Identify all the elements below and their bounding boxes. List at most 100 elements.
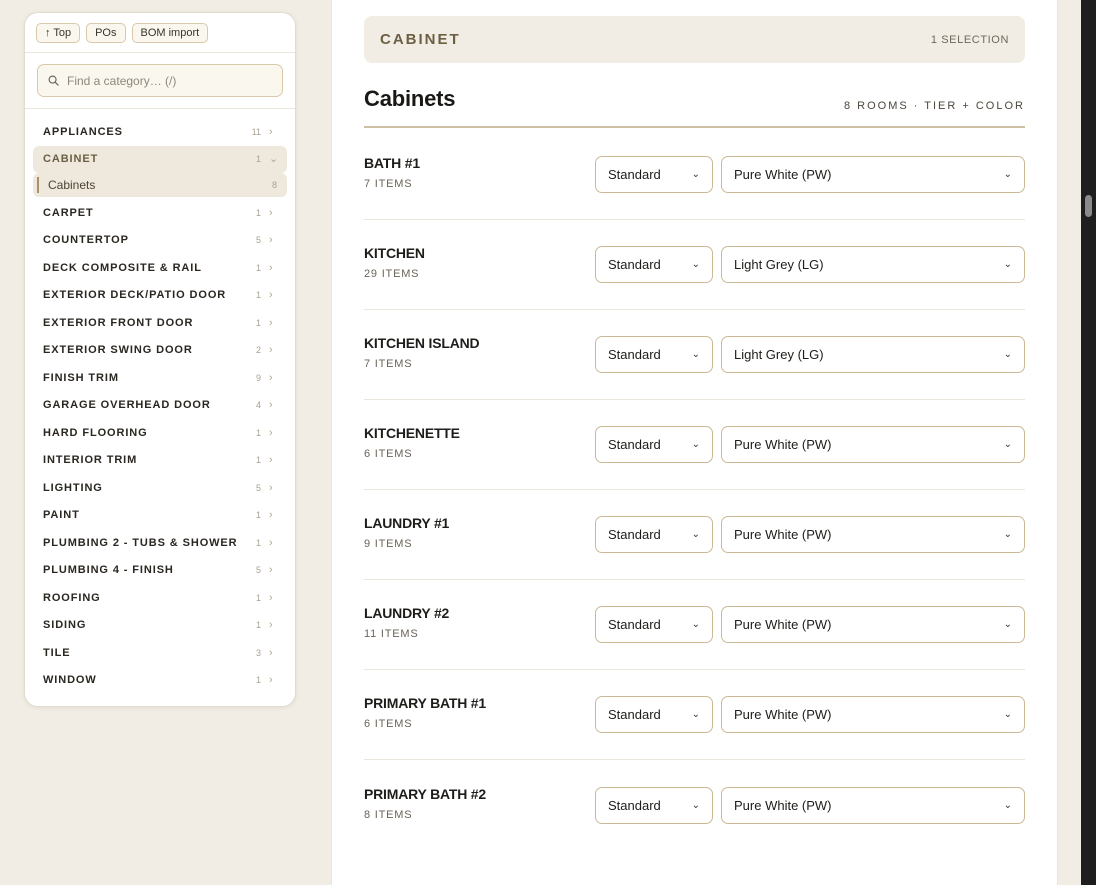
search-container bbox=[25, 53, 295, 109]
category-item-countertop[interactable]: COUNTERTOP 5 › bbox=[33, 227, 287, 255]
room-name: KITCHEN bbox=[364, 245, 425, 261]
section-title: Cabinets bbox=[364, 86, 456, 111]
room-name: KITCHEN ISLAND bbox=[364, 335, 480, 351]
category-count: 1 bbox=[255, 207, 261, 218]
bom-import-button[interactable]: BOM import bbox=[131, 22, 209, 43]
category-count: 5 bbox=[255, 482, 261, 493]
room-name: PRIMARY BATH #2 bbox=[364, 785, 486, 802]
category-count: 5 bbox=[255, 235, 261, 246]
category-label: COUNTERTOP bbox=[43, 234, 129, 247]
chevron-right-icon: › bbox=[269, 344, 273, 357]
category-item-carpet[interactable]: CARPET 1 › bbox=[33, 199, 287, 227]
category-label: CABINET bbox=[43, 153, 99, 166]
color-value: Pure White (PW) bbox=[734, 167, 832, 182]
color-select[interactable]: Light Grey (LG) ⌄ bbox=[721, 336, 1025, 373]
room-name: LAUNDRY #1 bbox=[364, 515, 450, 531]
category-item-cabinet[interactable]: CABINET 1 ⌄ bbox=[33, 145, 287, 173]
color-select[interactable]: Light Grey (LG) ⌄ bbox=[721, 246, 1025, 283]
chevron-down-icon: ⌄ bbox=[691, 259, 700, 270]
category-count: 5 bbox=[255, 565, 261, 576]
scrollbar-thumb[interactable] bbox=[1085, 195, 1092, 217]
color-select[interactable]: Pure White (PW) ⌄ bbox=[721, 156, 1025, 193]
chevron-down-icon: ⌄ bbox=[691, 349, 700, 360]
chevron-right-icon: › bbox=[269, 426, 273, 439]
color-select[interactable]: Pure White (PW) ⌄ bbox=[721, 606, 1025, 643]
color-select[interactable]: Pure White (PW) ⌄ bbox=[721, 696, 1025, 733]
category-label: PAINT bbox=[43, 509, 80, 522]
category-count: 3 bbox=[255, 647, 261, 658]
color-value: Pure White (PW) bbox=[734, 707, 832, 722]
chevron-right-icon: › bbox=[269, 234, 273, 247]
category-count: 1 bbox=[255, 620, 261, 631]
color-select[interactable]: Pure White (PW) ⌄ bbox=[721, 516, 1025, 553]
tier-select[interactable]: Standard ⌄ bbox=[595, 336, 713, 373]
selection-count: 1 SELECTION bbox=[930, 33, 1009, 46]
category-sidebar: ↑ Top POs BOM import APPLIANCES 11› CABI… bbox=[24, 12, 296, 707]
category-item-interior-trim[interactable]: INTERIOR TRIM 1 › bbox=[33, 447, 287, 475]
category-item-appliances[interactable]: APPLIANCES 11 › bbox=[33, 118, 287, 146]
category-label: DECK COMPOSITE & RAIL bbox=[43, 261, 202, 274]
category-item-garage-overhead-door[interactable]: GARAGE OVERHEAD DOOR 4 › bbox=[33, 392, 287, 420]
chevron-down-icon: ⌄ bbox=[1003, 799, 1012, 811]
tier-select[interactable]: Standard ⌄ bbox=[595, 606, 713, 643]
room-item-count: 29 ITEMS bbox=[364, 268, 420, 280]
chevron-down-icon: ⌄ bbox=[1003, 259, 1012, 270]
chevron-right-icon: › bbox=[269, 536, 273, 549]
category-item-window[interactable]: WINDOW 1 › bbox=[33, 667, 287, 695]
room-item-count: 6 ITEMS bbox=[364, 718, 413, 730]
room-name: KITCHENETTE bbox=[364, 425, 460, 441]
category-item-tile[interactable]: TILE 3 › bbox=[33, 639, 287, 667]
category-count: 1 bbox=[255, 154, 261, 165]
category-label: PLUMBING 4 - FINISH bbox=[43, 564, 174, 577]
chevron-down-icon: ⌄ bbox=[691, 169, 700, 180]
category-label: EXTERIOR DECK/PATIO DOOR bbox=[43, 289, 227, 302]
category-item-plumbing-2[interactable]: PLUMBING 2 - TUBS & SHOWER 1 › bbox=[33, 529, 287, 557]
category-item-lighting[interactable]: LIGHTING 5 › bbox=[33, 474, 287, 502]
category-item-hard-flooring[interactable]: HARD FLOORING 1 › bbox=[33, 419, 287, 447]
category-item-finish-trim[interactable]: FINISH TRIM 9 › bbox=[33, 364, 287, 392]
chevron-right-icon: › bbox=[269, 454, 273, 467]
tier-select[interactable]: Standard ⌄ bbox=[595, 696, 713, 733]
category-label: ROOFING bbox=[43, 591, 101, 604]
subcategory-item-cabinets[interactable]: Cabinets 8 bbox=[33, 173, 287, 197]
room-row-kitchenette: KITCHENETTE 6 ITEMS Standard ⌄ Pure White … bbox=[364, 400, 1025, 490]
room-row-bath-1: BATH #1 7 ITEMS Standard ⌄ Pure White (PW)… bbox=[364, 130, 1025, 220]
tier-select[interactable]: Standard ⌄ bbox=[595, 246, 713, 283]
search-icon bbox=[48, 75, 59, 86]
category-item-exterior-front-door[interactable]: EXTERIOR FRONT DOOR 1 › bbox=[33, 309, 287, 337]
room-item-count: 8 ITEMS bbox=[364, 808, 413, 821]
category-count: 1 bbox=[255, 537, 261, 548]
chevron-right-icon: › bbox=[269, 125, 273, 138]
scrollbar-track[interactable] bbox=[1081, 0, 1096, 885]
category-item-deck-composite-rail[interactable]: DECK COMPOSITE & RAIL 1 › bbox=[33, 254, 287, 282]
tier-value: Standard bbox=[608, 437, 661, 452]
color-value: Light Grey (LG) bbox=[734, 257, 824, 272]
category-count: 1 bbox=[255, 290, 261, 301]
room-row-primary-bath-1: PRIMARY BATH #1 6 ITEMS Standard ⌄ Pure Wh… bbox=[364, 670, 1025, 760]
subcategory-label: Cabinets bbox=[48, 178, 96, 192]
top-button[interactable]: ↑ Top bbox=[36, 22, 81, 43]
category-label: FINISH TRIM bbox=[43, 371, 119, 384]
room-item-count: 7 ITEMS bbox=[364, 358, 413, 370]
category-count: 1 bbox=[255, 592, 261, 603]
chevron-right-icon: › bbox=[269, 289, 273, 302]
category-item-exterior-deck-patio-door[interactable]: EXTERIOR DECK/PATIO DOOR 1 › bbox=[33, 282, 287, 310]
pos-button[interactable]: POs bbox=[86, 22, 126, 43]
category-item-paint[interactable]: PAINT 1 › bbox=[33, 502, 287, 530]
category-item-siding[interactable]: SIDING 1 › bbox=[33, 612, 287, 640]
category-count: 2 bbox=[255, 345, 261, 356]
color-select[interactable]: Pure White (PW) ⌄ bbox=[721, 786, 1025, 824]
category-item-roofing[interactable]: ROOFING 1 › bbox=[33, 584, 287, 612]
category-label: SIDING bbox=[43, 619, 87, 632]
room-row-kitchen: KITCHEN 29 ITEMS Standard ⌄ Light Grey (LG… bbox=[364, 220, 1025, 310]
category-item-exterior-swing-door[interactable]: EXTERIOR SWING DOOR 2 › bbox=[33, 337, 287, 365]
tier-select[interactable]: Standard ⌄ bbox=[595, 426, 713, 463]
category-search-input[interactable] bbox=[67, 73, 267, 88]
tier-select[interactable]: Standard ⌄ bbox=[595, 156, 713, 193]
tier-select[interactable]: Standard ⌄ bbox=[595, 516, 713, 553]
category-item-plumbing-4[interactable]: PLUMBING 4 - FINISH 5 › bbox=[33, 557, 287, 585]
tier-select[interactable]: Standard ⌄ bbox=[595, 786, 713, 824]
room-name: LAUNDRY #2 bbox=[364, 605, 450, 621]
chevron-right-icon: › bbox=[269, 564, 273, 577]
color-select[interactable]: Pure White (PW) ⌄ bbox=[721, 426, 1025, 463]
